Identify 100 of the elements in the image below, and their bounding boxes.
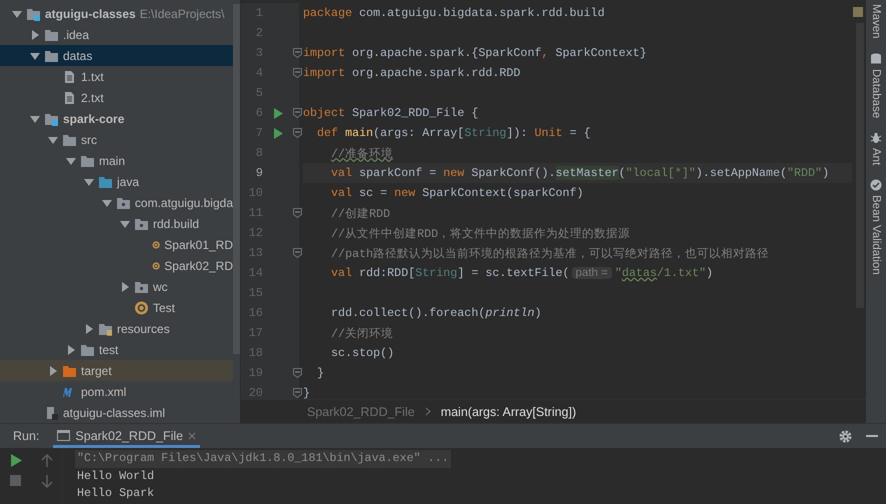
tool-window-button[interactable]: Ant: [870, 132, 882, 166]
tree-item[interactable]: com.atguigu.bigda: [0, 192, 233, 213]
run-icon[interactable]: [273, 128, 283, 138]
close-icon[interactable]: [188, 432, 196, 440]
tree-item[interactable]: pom.xml: [0, 381, 233, 402]
run-icon[interactable]: [273, 108, 283, 118]
code-line: //准备环境: [330, 146, 394, 162]
code-line: val rdd:RDD[String] = sc.textFile( path = "datas/1.txt"): [330, 265, 714, 282]
folder-icon: [44, 48, 59, 62]
collapsed-arrow-icon[interactable]: [30, 30, 40, 40]
tree-item[interactable]: atguigu-classes.iml: [0, 402, 233, 423]
breadcrumb-item[interactable]: main(args: Array[String]): [440, 404, 576, 418]
check-icon: [870, 179, 882, 192]
tree-item[interactable]: Test: [0, 297, 233, 318]
code-line: //创建RDD: [330, 206, 392, 222]
tree-item[interactable]: spark-core: [0, 108, 233, 129]
package-icon: [134, 280, 149, 294]
tree-item[interactable]: java: [0, 171, 233, 192]
tool-window-button[interactable]: Bean Validation: [870, 179, 882, 275]
tree-item[interactable]: .idea: [0, 24, 233, 45]
collapsed-arrow-icon[interactable]: [84, 324, 94, 334]
expanded-arrow-icon[interactable]: [48, 134, 58, 144]
code-line: sc.stop(): [330, 345, 396, 362]
code-line: rdd.collect().foreach(println): [330, 305, 542, 322]
expanded-arrow-icon[interactable]: [30, 50, 40, 60]
folder-icon: [98, 174, 113, 188]
code-line: import org.apache.spark.rdd.RDD: [303, 65, 522, 82]
minimize-icon[interactable]: [866, 434, 878, 438]
collapsed-arrow-icon[interactable]: [48, 366, 58, 376]
down-arrow-icon[interactable]: [40, 475, 52, 488]
console-icon: [57, 430, 70, 441]
package-icon: [116, 196, 131, 210]
expanded-arrow-icon[interactable]: [30, 114, 40, 124]
bug-icon: [870, 132, 882, 144]
code-line: //path路径默认为以当前环境的根路径为基准，可以写绝对路径，也可以相对路径: [330, 246, 770, 262]
collapsed-arrow-icon[interactable]: [120, 282, 130, 292]
tree-item[interactable]: rdd.build: [0, 213, 233, 234]
chevron-icon: [424, 407, 431, 416]
expanded-arrow-icon[interactable]: [102, 198, 112, 208]
code-line: //从文件中创建RDD，将文件中的数据作为处理的数据源: [330, 226, 632, 242]
collapsed-arrow-icon[interactable]: [66, 344, 76, 354]
folder-icon: [80, 342, 95, 356]
console-line: Hello World: [76, 468, 156, 484]
folder-icon: [44, 28, 59, 42]
fold-icon[interactable]: [293, 208, 302, 218]
tree-item[interactable]: target: [0, 360, 233, 381]
tree-item[interactable]: datas: [0, 45, 233, 66]
line-number: 9: [254, 166, 263, 180]
tree-item[interactable]: wc: [0, 276, 233, 297]
module-icon: [26, 6, 41, 20]
tree-item[interactable]: main: [0, 150, 233, 171]
code-line: object Spark02_RDD_File {: [303, 105, 480, 122]
file-icon: [62, 90, 77, 104]
tool-window-button[interactable]: Database: [870, 52, 882, 118]
fold-icon[interactable]: [293, 128, 302, 138]
tree-item[interactable]: 2.txt: [0, 87, 233, 108]
code-line: def main(args: Array[String]): Unit = {: [316, 125, 592, 142]
project-path: E:\IdeaProjects\: [140, 6, 224, 20]
folder-icon: [98, 322, 113, 336]
expanded-arrow-icon[interactable]: [120, 218, 130, 228]
code-line: val sc = new SparkContext(sparkConf): [330, 185, 585, 202]
folder-icon: [62, 364, 77, 378]
module-icon: [44, 112, 59, 126]
package-icon: [134, 216, 149, 230]
tree-item[interactable]: Spark02_RD: [0, 255, 233, 276]
panel-title: Run:: [13, 429, 40, 443]
code-line: //关闭环境: [330, 326, 394, 342]
console-line: Hello Spark: [76, 485, 156, 502]
fold-icon[interactable]: [293, 388, 302, 398]
code-line: }: [303, 385, 312, 399]
database-icon: [870, 52, 882, 65]
tool-window-button[interactable]: Maven: [870, 4, 882, 39]
folder-icon: [80, 154, 95, 168]
fold-icon[interactable]: [293, 368, 302, 378]
code-line: package com.atguigu.bigdata.spark.rdd.build: [303, 5, 606, 22]
tree-item[interactable]: test: [0, 339, 233, 360]
warning-marker-icon[interactable]: [853, 7, 865, 19]
run-icon[interactable]: [10, 454, 22, 467]
tree-item[interactable]: Spark01_RD: [0, 234, 233, 255]
file-icon: [44, 406, 59, 420]
fold-icon[interactable]: [293, 108, 302, 118]
tree-item[interactable]: 1.txt: [0, 66, 233, 87]
tree-item[interactable]: src: [0, 129, 233, 150]
tree-item[interactable]: resources: [0, 318, 233, 339]
expanded-arrow-icon[interactable]: [66, 156, 76, 166]
up-arrow-icon[interactable]: [40, 454, 52, 467]
tree-item[interactable]: atguigu-classes E:\IdeaProjects\: [0, 3, 233, 24]
file-icon: [62, 70, 77, 84]
settings-icon[interactable]: [839, 430, 852, 442]
code-line: import org.apache.spark.{SparkConf, SparkContext}: [303, 45, 648, 62]
code-line: }: [316, 365, 326, 382]
scrollbar[interactable]: [233, 4, 240, 354]
fold-icon[interactable]: [293, 248, 302, 258]
fold-icon[interactable]: [293, 48, 302, 58]
folder-icon: [62, 132, 77, 146]
breadcrumb-item[interactable]: Spark02_RDD_File: [307, 404, 415, 418]
fold-icon[interactable]: [293, 68, 302, 78]
expanded-arrow-icon[interactable]: [84, 176, 94, 186]
class-icon: [134, 300, 149, 314]
expanded-arrow-icon[interactable]: [12, 8, 22, 18]
